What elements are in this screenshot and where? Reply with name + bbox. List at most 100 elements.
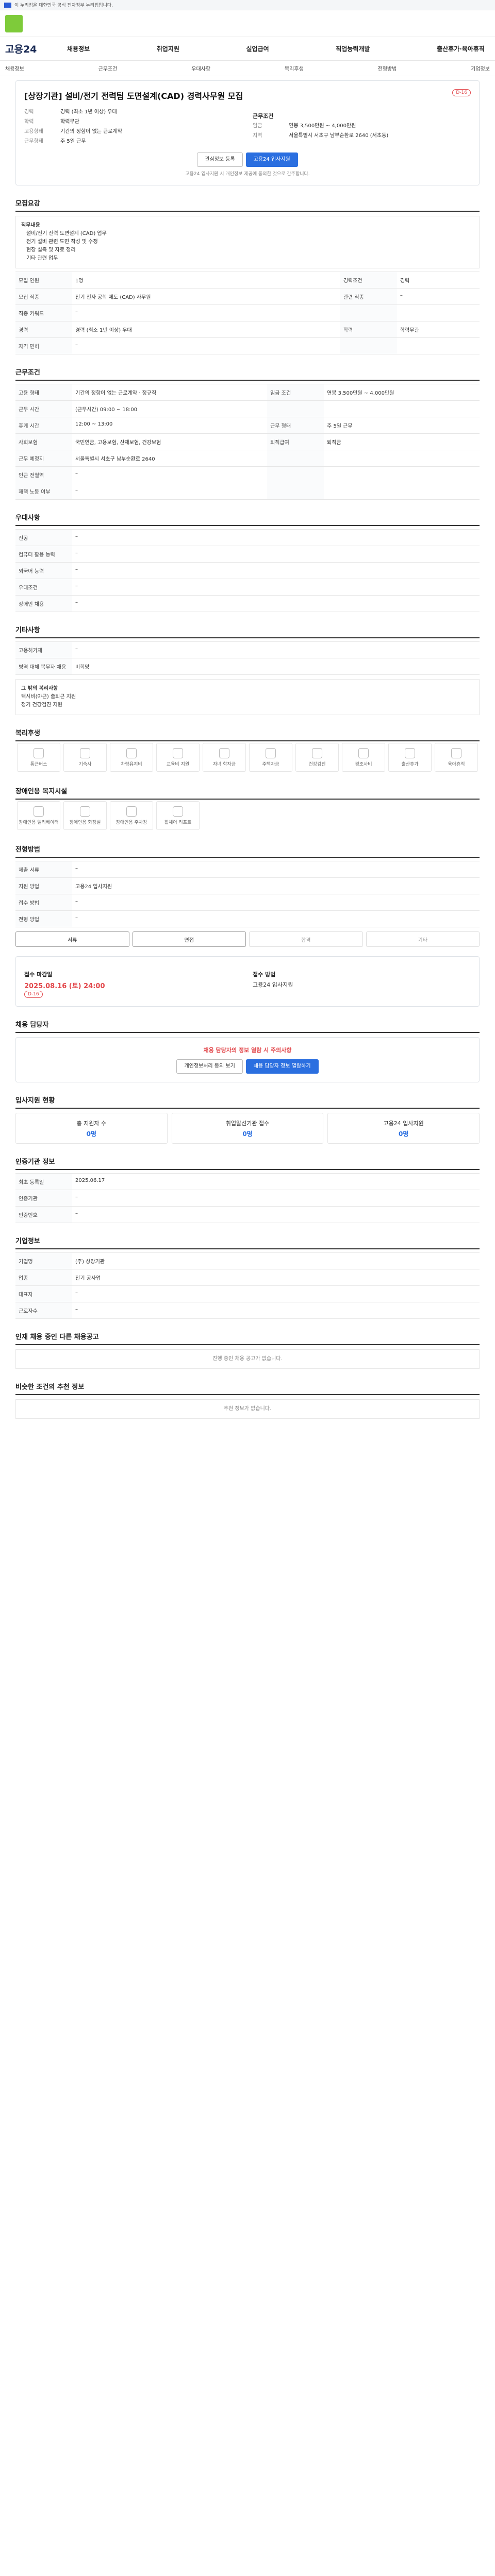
job-title: [상장기관] 설비/전기 전력팀 도면설계(CAD) 경력사무원 모집 <box>24 91 243 101</box>
row-label: 고용허가제 <box>15 641 72 658</box>
row-label: 지원 방법 <box>15 877 72 894</box>
cert-title: 인증기관 정보 <box>15 1153 480 1170</box>
benefit-label: 통근버스 <box>30 761 47 767</box>
disabled-title: 장애인용 복지시설 <box>15 783 480 800</box>
tab-pref[interactable]: 우대사항 <box>191 64 210 72</box>
row-value: – <box>72 483 268 500</box>
row-label: 최초 등록일 <box>15 1173 72 1190</box>
privacy-consent-button[interactable]: 개인정보처리 동의 보기 <box>176 1059 243 1074</box>
deadline-dday: D-16 <box>24 991 43 998</box>
nav-item-leave[interactable]: 출산휴가·육아휴직 <box>437 44 485 53</box>
row-value <box>324 450 480 467</box>
contact-title: 채용 담당자 <box>15 1016 480 1033</box>
pay-label: 임금 <box>253 123 262 129</box>
row-value <box>324 400 480 417</box>
benefit-icon <box>405 748 415 758</box>
benefit-label: 자녀 학자금 <box>212 761 236 767</box>
stat-value: 0명 <box>242 1130 253 1138</box>
tab-recruit[interactable]: 채용정보 <box>5 64 24 72</box>
welfare-icons: 통근버스 기숙사 차량유지비 교육비 지원 자녀 학자금 주택자금 건강검진 경조사비 출산휴가… <box>15 741 480 773</box>
similar-empty: 추천 정보가 없습니다. <box>15 1399 480 1419</box>
main-header: 고용24 채용정보 취업지원 실업급여 직업능력개발 출산휴가·육아휴직 <box>0 37 495 61</box>
row-label: 고용 형태 <box>15 384 72 401</box>
benefit-item: 육아휴직 <box>435 743 478 772</box>
job-summary-card: D-16 [상장기관] 설비/전기 전력팀 도면설계(CAD) 경력사무원 모집… <box>15 80 480 185</box>
other-empty: 진행 중인 채용 공고가 없습니다. <box>15 1349 480 1369</box>
tab-welfare[interactable]: 복리후생 <box>285 64 304 72</box>
career-value: 경력 (최소 1년 이상) 우대 <box>60 109 117 115</box>
row-label <box>267 400 324 417</box>
table-row: 자격 면허 – <box>15 337 480 354</box>
benefit-label: 장애인용 주차장 <box>116 820 147 825</box>
row-value: 전기 전자 공학 제도 (CAD) 사무원 <box>72 288 340 305</box>
row-label: 임금 조건 <box>267 384 324 401</box>
table-row: 인증기관 – <box>15 1190 480 1207</box>
contact-card: 채용 담당자의 정보 열람 시 주의사항 개인정보처리 동의 보기 채용 담당자… <box>15 1037 480 1082</box>
table-row: 고용 형태 기간의 정함이 없는 근로계약 · 정규직 임금 조건 연봉 3,500만… <box>15 384 480 401</box>
tab-selection[interactable]: 전형방법 <box>378 64 397 72</box>
row-value: 국민연금, 고용보험, 산재보험, 건강보험 <box>72 433 268 450</box>
table-row: 휴게 시간 12:00 ~ 13:00 근무 형태 주 5일 근무 <box>15 417 480 434</box>
nav-item-training[interactable]: 직업능력개발 <box>336 44 370 53</box>
extra-item: 택시비(야근) 출퇴근 지원 <box>21 694 76 700</box>
pref-title: 우대사항 <box>15 509 480 526</box>
row-label: 외국어 능력 <box>15 562 72 579</box>
row-label: 근로자수 <box>15 1302 72 1319</box>
apply-button[interactable]: 고용24 입사지원 <box>245 152 298 167</box>
row-label: 경력 <box>15 321 72 338</box>
edu-value: 학력무관 <box>60 119 79 125</box>
step-item: 서류 <box>15 931 129 947</box>
save-interest-button[interactable]: 관심정보 등록 <box>197 152 243 167</box>
row-label: 근무 형태 <box>267 417 324 434</box>
row-label: 기업명 <box>15 1252 72 1269</box>
hours-value: 주 5일 근무 <box>60 139 86 144</box>
place-value: 서울특별시 서초구 남부순환로 2640 (서초동) <box>289 133 389 139</box>
benefit-label: 육아휴직 <box>448 761 465 767</box>
extra-box: 그 밖의 복리사항 택시비(야근) 출퇴근 지원 정기 건강검진 지원 <box>15 679 480 715</box>
stats-title: 입사지원 현황 <box>15 1092 480 1109</box>
footer <box>15 1429 480 1450</box>
table-row: 접수 방법 – <box>15 894 480 911</box>
site-logo-icon[interactable] <box>5 14 23 32</box>
table-row: 근로자수 – <box>15 1302 480 1319</box>
nav-item-jobs[interactable]: 채용정보 <box>67 44 90 53</box>
nav-item-support[interactable]: 취업지원 <box>157 44 179 53</box>
deadline-label: 접수 마감일 <box>24 971 53 978</box>
tab-work[interactable]: 근무조건 <box>98 64 118 72</box>
cert-table: 최초 등록일 2025.06.17 인증기관 – 인증번호 – <box>15 1173 480 1223</box>
nav-item-unemployment[interactable]: 실업급여 <box>246 44 269 53</box>
row-value: – <box>72 304 340 321</box>
stat-label: 고용24 입사지원 <box>383 1120 424 1127</box>
benefit-label: 기숙사 <box>78 761 92 767</box>
brand-logo[interactable]: 고용24 <box>5 42 67 56</box>
row-label: 대표자 <box>15 1285 72 1302</box>
work-title: 근무조건 <box>15 364 480 381</box>
benefit-item: 장애인용 엘리베이터 <box>17 801 60 830</box>
benefit-item: 경조사비 <box>342 743 385 772</box>
row-value: – <box>72 1285 480 1302</box>
duty-item: 설비/전기 전력 도면설계 (CAD) 업무 <box>26 231 107 236</box>
place-label: 지역 <box>253 133 262 139</box>
stat-label: 총 지원자 수 <box>76 1120 107 1127</box>
row-label: 자격 면허 <box>15 337 72 354</box>
benefit-icon <box>266 748 276 758</box>
benefit-label: 주택자금 <box>262 761 279 767</box>
step-item: 합격 <box>249 931 363 947</box>
row-label: 우대조건 <box>15 579 72 596</box>
view-contact-button[interactable]: 채용 담당자 정보 열람하기 <box>245 1059 319 1074</box>
pref-table: 전공 – 컴퓨터 활용 능력 – 외국어 능력 – 우대조건 – 장애인 채용 – <box>15 529 480 612</box>
tab-company[interactable]: 기업정보 <box>471 64 490 72</box>
gov-header <box>0 10 495 37</box>
row-label: 제출 서류 <box>15 861 72 878</box>
row-value: – <box>397 288 480 305</box>
benefit-label: 휠체어 리프트 <box>164 820 192 825</box>
stats-section: 입사지원 현황 총 지원자 수 0명 취업알선기관 접수 0명 고용24 입사지원 0… <box>15 1092 480 1144</box>
row-label <box>267 483 324 500</box>
step-item: 면접 <box>132 931 246 947</box>
duty-item: 기타 관련 업무 <box>26 256 58 261</box>
row-value: 12:00 ~ 13:00 <box>72 417 268 434</box>
row-label: 모집 인원 <box>15 272 72 289</box>
table-row: 근무 시간 (근무시간) 09:00 ~ 18:00 <box>15 400 480 417</box>
benefit-label: 장애인용 엘리베이터 <box>19 820 59 825</box>
table-row: 전공 – <box>15 529 480 546</box>
